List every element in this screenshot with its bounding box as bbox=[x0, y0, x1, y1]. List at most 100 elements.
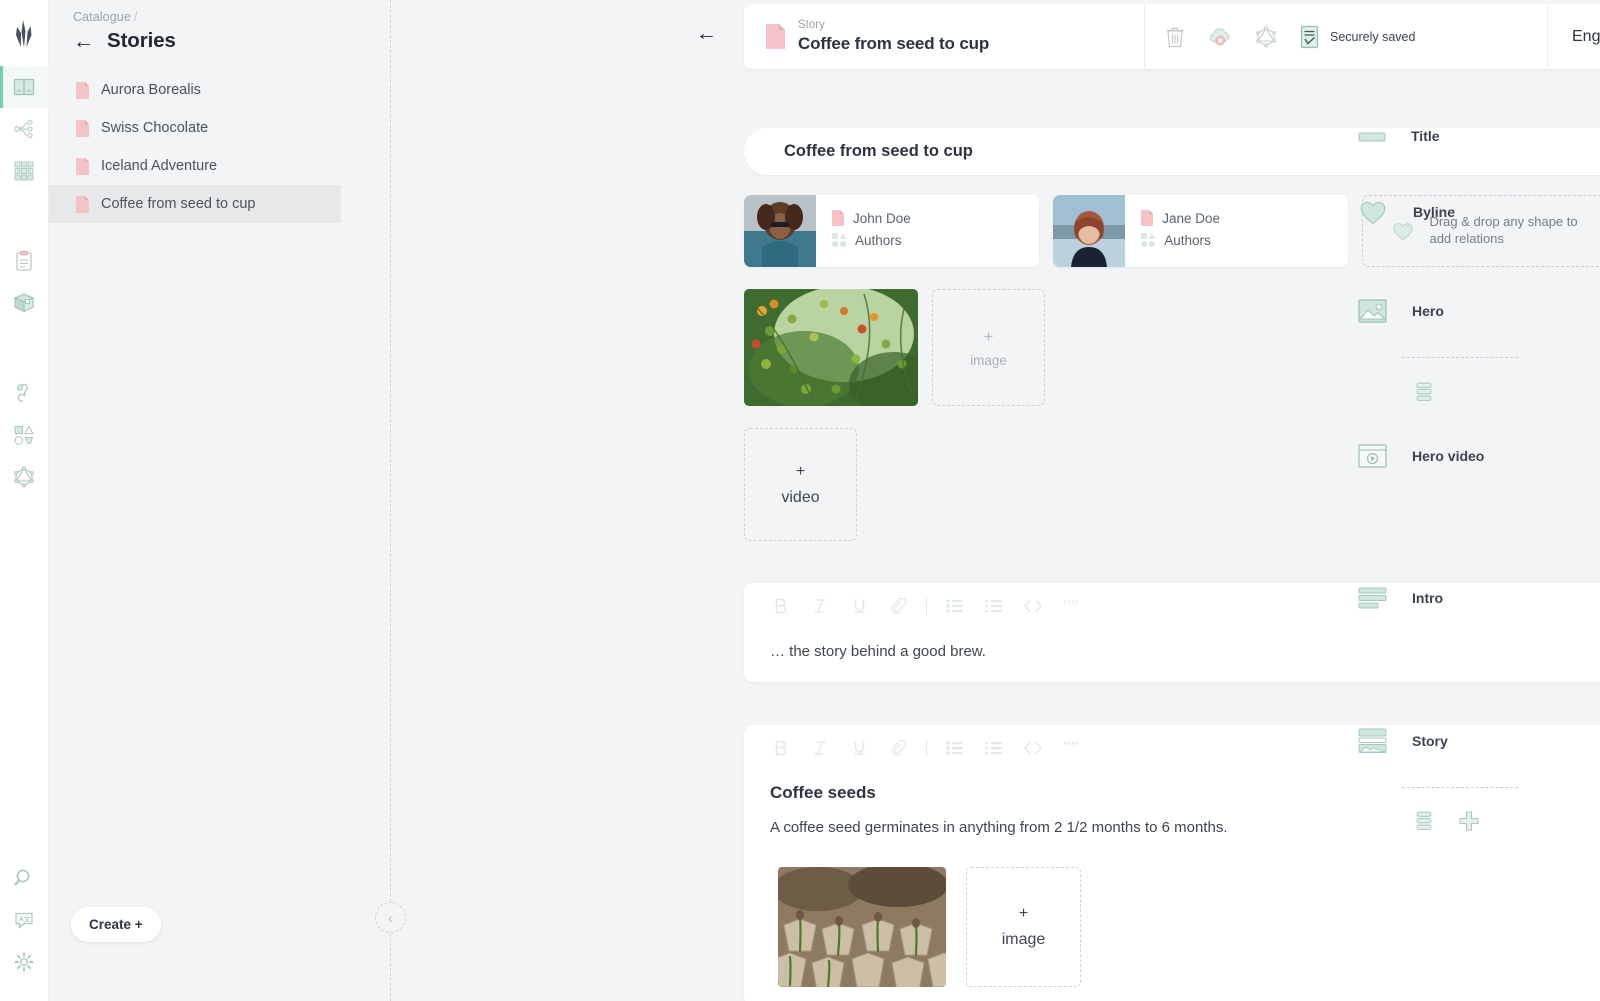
link-attachment-icon[interactable] bbox=[879, 583, 918, 629]
bold-icon[interactable] bbox=[762, 725, 801, 771]
breadcrumb-catalogue[interactable]: Catalogue bbox=[73, 10, 131, 24]
italic-icon[interactable] bbox=[801, 583, 840, 629]
field-palette: Title Byline Hero Hero video Intro Story bbox=[1340, 0, 1600, 1001]
rail-item-shapes[interactable] bbox=[0, 414, 49, 456]
slices-icon[interactable] bbox=[1414, 381, 1434, 403]
code-icon[interactable] bbox=[1013, 583, 1052, 629]
hero-video-label: video bbox=[781, 488, 820, 506]
rail-item-assets[interactable] bbox=[0, 150, 49, 192]
heart-relation-icon bbox=[1358, 198, 1388, 226]
palette-field-byline[interactable]: Byline bbox=[1358, 198, 1455, 226]
quote-icon[interactable]: ”” bbox=[1052, 583, 1091, 629]
document-icon bbox=[832, 210, 844, 226]
palette-field-label: Intro bbox=[1412, 590, 1444, 606]
palette-field-title[interactable]: Title bbox=[1358, 125, 1440, 147]
settings-gear-icon bbox=[13, 951, 35, 973]
italic-icon[interactable] bbox=[801, 725, 840, 771]
list-item[interactable]: Swiss Chocolate bbox=[49, 109, 341, 147]
author-name-row: Jane Doe bbox=[1141, 207, 1220, 229]
rail-item-webhooks[interactable] bbox=[0, 372, 49, 414]
video-asset-icon bbox=[1358, 443, 1387, 469]
bullet-list-icon[interactable] bbox=[935, 725, 974, 771]
rail-item-graphql[interactable] bbox=[0, 456, 49, 498]
author-card[interactable]: Jane Doe Authors bbox=[1053, 195, 1349, 267]
toolbar-divider bbox=[926, 597, 927, 615]
toolbar-divider bbox=[926, 738, 927, 757]
palette-field-label: Byline bbox=[1413, 204, 1456, 220]
story-image[interactable] bbox=[778, 867, 946, 987]
saved-document-icon[interactable] bbox=[1300, 25, 1319, 49]
editor-back-arrow-icon[interactable]: ← bbox=[696, 22, 717, 46]
bold-icon[interactable] bbox=[762, 583, 801, 629]
rail-item-apps[interactable] bbox=[0, 282, 49, 324]
single-line-text-icon bbox=[1358, 125, 1386, 147]
story-list: Aurora Borealis Swiss Chocolate Iceland … bbox=[49, 71, 341, 223]
list-item-label: Aurora Borealis bbox=[101, 82, 201, 98]
sidebar-back-arrow-icon[interactable]: ← bbox=[73, 31, 94, 52]
palette-divider bbox=[1402, 787, 1518, 788]
author-name: Jane Doe bbox=[1162, 210, 1221, 226]
left-icon-rail: A文 bbox=[0, 0, 49, 1001]
palette-field-intro[interactable]: Intro bbox=[1358, 586, 1443, 610]
list-item[interactable]: Iceland Adventure bbox=[49, 147, 341, 185]
collapse-panel-button[interactable]: ‹ bbox=[375, 902, 406, 933]
hero-video-dropzone[interactable]: + video bbox=[744, 428, 857, 541]
rail-item-clipboard[interactable] bbox=[0, 240, 49, 282]
graphql-icon[interactable] bbox=[1255, 25, 1277, 48]
rail-item-translate[interactable]: A文 bbox=[0, 899, 49, 941]
document-icon bbox=[76, 195, 89, 213]
hero-add-image-dropzone[interactable]: + image bbox=[932, 289, 1045, 406]
create-button[interactable]: Create + bbox=[71, 907, 161, 942]
link-attachment-icon[interactable] bbox=[879, 725, 918, 771]
breadcrumb-separator: / bbox=[133, 10, 138, 24]
underline-icon[interactable] bbox=[840, 583, 879, 629]
rail-item-search[interactable] bbox=[0, 857, 49, 899]
search-icon bbox=[13, 867, 35, 889]
multi-line-text-icon bbox=[1358, 586, 1387, 610]
hygraph-logo[interactable] bbox=[12, 18, 36, 50]
box-3d-icon bbox=[13, 292, 35, 314]
topbar-meta: Story Coffee from seed to cup bbox=[798, 19, 989, 54]
palette-field-label: Title bbox=[1411, 128, 1440, 144]
slices-icon[interactable] bbox=[1414, 810, 1434, 832]
underline-icon[interactable] bbox=[840, 725, 879, 771]
author-info: John Doe Authors bbox=[816, 195, 911, 267]
clipboard-icon bbox=[14, 250, 34, 272]
rail-item-schema[interactable] bbox=[0, 108, 49, 150]
palette-field-story[interactable]: Story bbox=[1358, 728, 1448, 754]
model-kind-label: Story bbox=[798, 19, 825, 32]
breadcrumb: Catalogue / bbox=[73, 10, 341, 24]
list-item-selected[interactable]: Coffee from seed to cup bbox=[49, 185, 341, 223]
palette-divider bbox=[1402, 357, 1518, 358]
page-title: Stories bbox=[107, 29, 176, 52]
plus-icon: + bbox=[795, 462, 806, 480]
add-plus-icon[interactable] bbox=[1458, 810, 1480, 832]
numbered-list-icon[interactable] bbox=[974, 583, 1013, 629]
palette-field-hero[interactable]: Hero bbox=[1358, 298, 1444, 324]
rail-item-content[interactable] bbox=[0, 66, 49, 108]
hero-image[interactable] bbox=[744, 289, 918, 406]
shapes-icon bbox=[13, 424, 35, 446]
rail-item-settings[interactable] bbox=[0, 941, 49, 983]
list-item-label: Coffee from seed to cup bbox=[101, 196, 256, 212]
plus-icon: + bbox=[983, 326, 994, 346]
entry-title: Coffee from seed to cup bbox=[798, 33, 990, 53]
rich-text-icon bbox=[1358, 728, 1387, 754]
code-icon[interactable] bbox=[1013, 725, 1052, 771]
list-item[interactable]: Aurora Borealis bbox=[49, 71, 341, 109]
delete-trash-icon[interactable] bbox=[1165, 26, 1185, 48]
shapes-relation-icon bbox=[1141, 233, 1156, 247]
stories-title-row: ← Stories bbox=[73, 29, 341, 53]
palette-field-hero-video[interactable]: Hero video bbox=[1358, 443, 1484, 469]
document-icon bbox=[76, 119, 89, 137]
numbered-list-icon[interactable] bbox=[974, 725, 1013, 771]
quote-icon[interactable]: ”” bbox=[1052, 725, 1091, 771]
bullet-list-icon[interactable] bbox=[935, 583, 974, 629]
svg-text:A文: A文 bbox=[19, 915, 31, 924]
unpublish-cloud-icon[interactable] bbox=[1208, 26, 1232, 48]
author-card[interactable]: John Doe Authors bbox=[744, 195, 1040, 267]
story-add-image-dropzone[interactable]: + image bbox=[966, 867, 1081, 987]
svg-text:”: ” bbox=[1063, 599, 1071, 613]
title-field-value: Coffee from seed to cup bbox=[784, 142, 973, 160]
stories-panel: Catalogue / ← Stories Aurora Borealis Swi… bbox=[49, 0, 406, 1001]
